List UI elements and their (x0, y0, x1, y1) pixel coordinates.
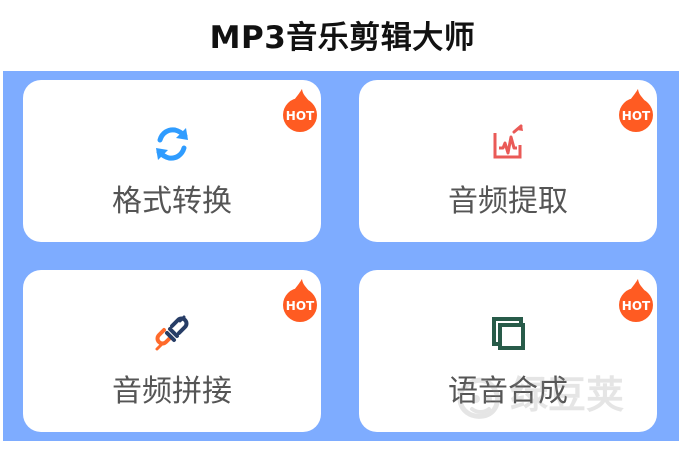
hot-badge: HOT (279, 277, 321, 323)
app-window: MP3音乐剪辑大师 HOT 格式转换 HOT 音频提取 HOT 音频拼接 HOT… (0, 0, 685, 456)
audio-join-icon (151, 313, 193, 355)
hot-badge: HOT (279, 87, 321, 133)
feature-card-voice-synthesis[interactable]: HOT 语音合成 (359, 270, 657, 432)
app-header: MP3音乐剪辑大师 (0, 0, 685, 68)
hot-badge-text: HOT (286, 109, 315, 123)
feature-label: 音频提取 (448, 184, 568, 219)
feature-grid: HOT 格式转换 HOT 音频提取 HOT 音频拼接 HOT 语音合成 (3, 71, 679, 441)
fire-icon: HOT (283, 89, 317, 132)
hot-badge-text: HOT (286, 299, 315, 313)
fire-icon: HOT (619, 279, 653, 322)
hot-badge-text: HOT (622, 299, 651, 313)
feature-card-audio-extract[interactable]: HOT 音频提取 (359, 80, 657, 242)
page-title: MP3音乐剪辑大师 (209, 19, 476, 56)
feature-label: 语音合成 (448, 374, 568, 409)
feature-label: 音频拼接 (112, 374, 232, 409)
hot-badge: HOT (615, 277, 657, 323)
feature-card-format-conversion[interactable]: HOT 格式转换 (23, 80, 321, 242)
feature-card-audio-join[interactable]: HOT 音频拼接 (23, 270, 321, 432)
feature-label: 格式转换 (112, 184, 232, 219)
fire-icon: HOT (619, 89, 653, 132)
fire-icon: HOT (283, 279, 317, 322)
audio-extract-icon (487, 123, 529, 165)
hot-badge-text: HOT (622, 109, 651, 123)
hot-badge: HOT (615, 87, 657, 133)
refresh-icon (151, 123, 193, 165)
voice-synthesis-icon (487, 313, 529, 355)
